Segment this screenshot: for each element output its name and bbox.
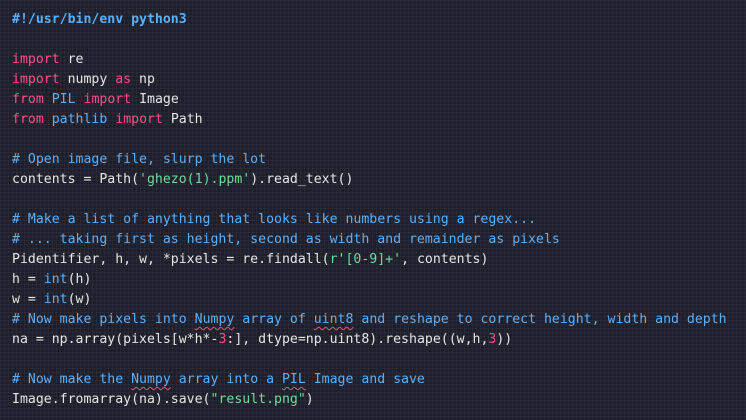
code-token: # Make a list of anything that looks lik…: [12, 212, 537, 227]
code-token: Image.fromarray(na).save(: [12, 392, 211, 407]
code-line[interactable]: import numpy as np: [12, 70, 746, 90]
code-token: and reshape to correct height, width and…: [353, 312, 727, 327]
code-line[interactable]: # Make a list of anything that looks lik…: [12, 210, 746, 230]
code-line[interactable]: h = int(h): [12, 270, 746, 290]
code-token: Numpy: [131, 372, 171, 387]
code-token: # Now make pixels into: [12, 312, 195, 327]
code-token: , contents): [401, 252, 489, 267]
code-token: Pidentifier, h, w, *pixels = re.findall(: [12, 252, 330, 267]
code-token: w =: [12, 292, 44, 307]
code-token: re: [59, 52, 84, 67]
code-token: Path: [162, 112, 203, 127]
code-token: :], dtype=np.uint8).reshape((w,h,: [226, 332, 489, 347]
code-token: # Now make the: [12, 372, 132, 387]
code-editor[interactable]: #!/usr/bin/env python3 import re import nu…: [0, 0, 746, 420]
code-token: Image: [131, 92, 179, 107]
code-line[interactable]: # Now make pixels into Numpy array of ui…: [12, 310, 746, 330]
code-token: # ... taking first as height, second as …: [12, 232, 560, 247]
code-token: from: [12, 112, 44, 127]
code-token: (h): [67, 272, 92, 287]
code-token: na = np.array(pixels[w*h*-: [12, 332, 219, 347]
code-token: PIL: [51, 92, 76, 107]
code-token: )): [496, 332, 513, 347]
code-token: import: [115, 112, 163, 127]
code-token: Image and save: [305, 372, 425, 387]
code-token: contents = Path(: [12, 172, 140, 187]
code-token: import: [83, 92, 132, 107]
code-line[interactable]: # ... taking first as height, second as …: [12, 230, 746, 250]
code-token: int: [43, 272, 68, 287]
code-token: ).read_text(): [250, 172, 354, 187]
code-token: PIL: [281, 372, 306, 387]
code-token: import: [12, 72, 60, 87]
code-token: 'ghezo(1).ppm': [139, 172, 251, 187]
code-token: import: [12, 52, 60, 67]
code-line[interactable]: [12, 350, 746, 370]
code-line[interactable]: #!/usr/bin/env python3: [12, 10, 746, 30]
code-line[interactable]: Image.fromarray(na).save("result.png"): [12, 390, 746, 410]
code-token: array of: [234, 312, 314, 327]
code-line[interactable]: w = int(w): [12, 290, 746, 310]
code-line[interactable]: import re: [12, 50, 746, 70]
code-token: np: [131, 72, 155, 87]
code-token: r'[0-9]+': [329, 252, 402, 267]
code-line[interactable]: [12, 30, 746, 50]
code-line[interactable]: [12, 190, 746, 210]
code-token: int: [43, 292, 68, 307]
code-token: array into a: [170, 372, 282, 387]
code-token: ): [305, 392, 314, 407]
code-token: uint8: [313, 312, 354, 327]
code-token: as: [115, 72, 132, 87]
code-token: from: [12, 92, 44, 107]
code-line[interactable]: na = np.array(pixels[w*h*-3:], dtype=np.…: [12, 330, 746, 350]
code-token: #!/usr/bin/env python3: [12, 12, 187, 27]
code-line[interactable]: # Open image file, slurp the lot: [12, 150, 746, 170]
code-token: h =: [12, 272, 44, 287]
code-token: "result.png": [210, 392, 306, 407]
code-token: (w): [67, 292, 92, 307]
code-line[interactable]: from pathlib import Path: [12, 110, 746, 130]
code-token: numpy: [59, 72, 116, 87]
code-line[interactable]: from PIL import Image: [12, 90, 746, 110]
code-token: # Open image file, slurp the lot: [12, 152, 267, 167]
code-line[interactable]: contents = Path('ghezo(1).ppm').read_tex…: [12, 170, 746, 190]
code-token: Numpy: [194, 312, 235, 327]
code-line[interactable]: Pidentifier, h, w, *pixels = re.findall(…: [12, 250, 746, 270]
code-token: pathlib: [51, 112, 108, 127]
code-line[interactable]: [12, 130, 746, 150]
code-line[interactable]: # Now make the Numpy array into a PIL Im…: [12, 370, 746, 390]
